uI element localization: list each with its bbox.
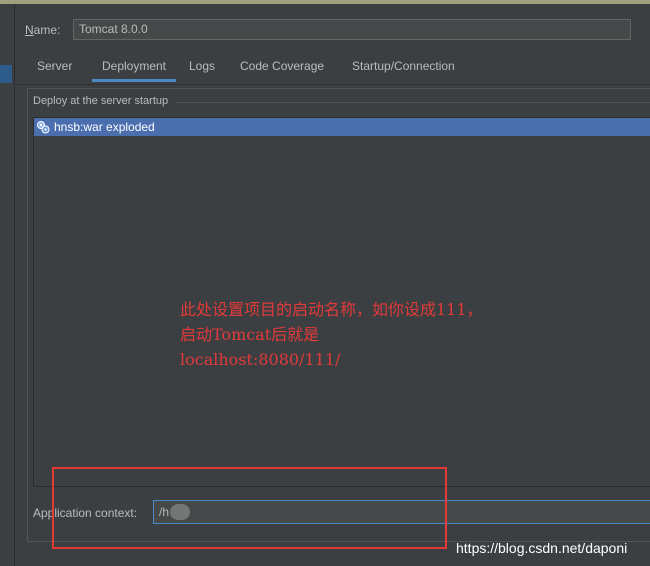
list-item[interactable]: hnsb:war exploded: [34, 118, 650, 136]
tab-code-coverage[interactable]: Code Coverage: [240, 56, 324, 82]
run-config-tree-selection[interactable]: [0, 65, 12, 83]
artifact-icon: [36, 120, 50, 134]
name-input[interactable]: Tomcat 8.0.0: [73, 19, 631, 40]
list-item-label: hnsb:war exploded: [54, 120, 155, 134]
tab-deployment[interactable]: Deployment: [92, 56, 176, 82]
annotation-line: localhost:8080/111/: [180, 350, 341, 369]
highlight-box: [52, 467, 447, 549]
deploy-group-line: [176, 102, 650, 103]
name-label-mnemonic: N: [25, 23, 34, 37]
watermark: https://blog.csdn.net/daponi: [456, 540, 628, 556]
tab-startup-connection[interactable]: Startup/Connection: [352, 56, 455, 82]
annotation-text: 此处设置项目的启动名称，如你设成111， 启动Tomcat后就是 localhost…: [180, 297, 483, 372]
deploy-group-title: Deploy at the server startup: [33, 95, 175, 107]
name-label-rest: ame:: [33, 23, 61, 37]
annotation-line: 此处设置项目的启动名称，如你设成111，: [180, 300, 483, 319]
annotation-line: 启动Tomcat后就是: [180, 325, 320, 344]
tab-logs[interactable]: Logs: [189, 56, 215, 82]
name-label: Name:: [25, 23, 60, 37]
title-bar-strip: [0, 0, 650, 4]
tab-separator: [14, 84, 650, 85]
tab-server[interactable]: Server: [37, 56, 72, 82]
run-config-tree-panel[interactable]: [0, 4, 15, 566]
